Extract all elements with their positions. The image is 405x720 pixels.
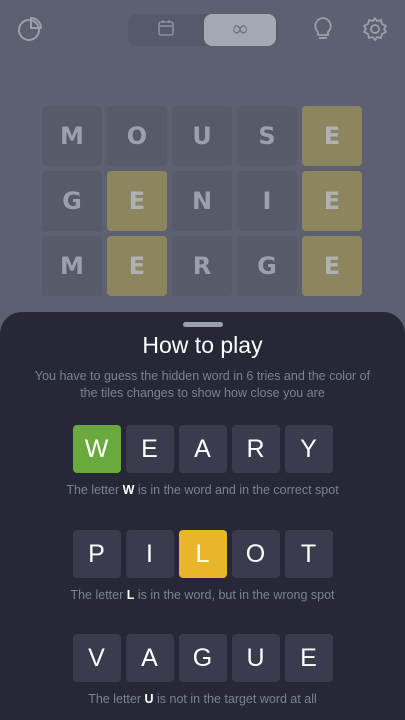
example-tile: A (125, 634, 174, 682)
example-tile: G (178, 634, 227, 682)
example-2: P I L O T The letter L is in the word, but in… (0, 530, 405, 602)
board-tile: O (107, 106, 167, 166)
caption-letter: U (144, 692, 154, 706)
pie-chart-icon[interactable] (15, 14, 45, 44)
example-caption: The letter U is not in the target word a… (0, 692, 405, 706)
example-tile: V (72, 634, 121, 682)
caption-prefix: The letter (66, 483, 123, 497)
sheet-title: How to play (142, 332, 263, 358)
example-caption: The letter W is in the word and in the c… (0, 483, 405, 497)
board-tile: E (302, 106, 362, 166)
board-tile: E (302, 171, 362, 231)
example-word: VAGUE (0, 634, 405, 682)
mode-switch: ∞ (128, 14, 278, 46)
example-tile: O (231, 530, 280, 578)
example-tile: E (284, 634, 333, 682)
calendar-icon (157, 19, 175, 41)
lightbulb-icon[interactable] (308, 14, 338, 44)
board-tile: M (42, 236, 102, 296)
example-word: PILOT (0, 530, 405, 578)
example-word: WEARY (0, 425, 405, 473)
gear-icon[interactable] (360, 14, 390, 44)
caption-suffix: is in the word, but in the wrong spot (134, 588, 335, 602)
game-board: MOUSEGENIEMERGE (42, 106, 362, 301)
example-tile: A (178, 425, 227, 473)
board-tile: S (237, 106, 297, 166)
how-to-play-sheet: How to play You have to guess the hidden… (0, 312, 405, 720)
board-tile: M (42, 106, 102, 166)
example-tile: E (125, 425, 174, 473)
board-tile: G (42, 171, 102, 231)
example-caption: The letter L is in the word, but in the … (0, 588, 405, 602)
caption-suffix: is not in the target word at all (153, 692, 317, 706)
board-tile: E (107, 236, 167, 296)
top-bar: ∞ (0, 0, 405, 62)
board-tile: R (172, 236, 232, 296)
board-tile: I (237, 171, 297, 231)
example-tile: P (72, 530, 121, 578)
caption-prefix: The letter (88, 692, 145, 706)
caption-suffix: is in the word and in the correct spot (134, 483, 339, 497)
board-row: MOUSE (42, 106, 362, 166)
example-tile: U (231, 634, 280, 682)
board-tile: U (172, 106, 232, 166)
example-3: V A G U E The letter U is not in the target w… (0, 634, 405, 706)
example-1: W E A R Y The letter W is in the word and in … (0, 425, 405, 497)
board-row: GENIE (42, 171, 362, 231)
caption-prefix: The letter (70, 588, 127, 602)
example-tile: L (178, 530, 227, 578)
example-tile: W (72, 425, 121, 473)
infinity-icon: ∞ (230, 17, 250, 42)
example-tile: T (284, 530, 333, 578)
example-tile: Y (284, 425, 333, 473)
sheet-drag-handle[interactable] (183, 322, 223, 327)
board-row: MERGE (42, 236, 362, 296)
unlimited-mode-button[interactable]: ∞ (204, 14, 276, 46)
board-tile: G (237, 236, 297, 296)
board-tile: E (302, 236, 362, 296)
daily-mode-button[interactable] (130, 14, 202, 46)
sheet-description: You have to guess the hidden word in 6 t… (34, 369, 371, 400)
board-tile: E (107, 171, 167, 231)
example-tile: I (125, 530, 174, 578)
example-tile: R (231, 425, 280, 473)
board-tile: N (172, 171, 232, 231)
caption-letter: W (122, 483, 135, 497)
